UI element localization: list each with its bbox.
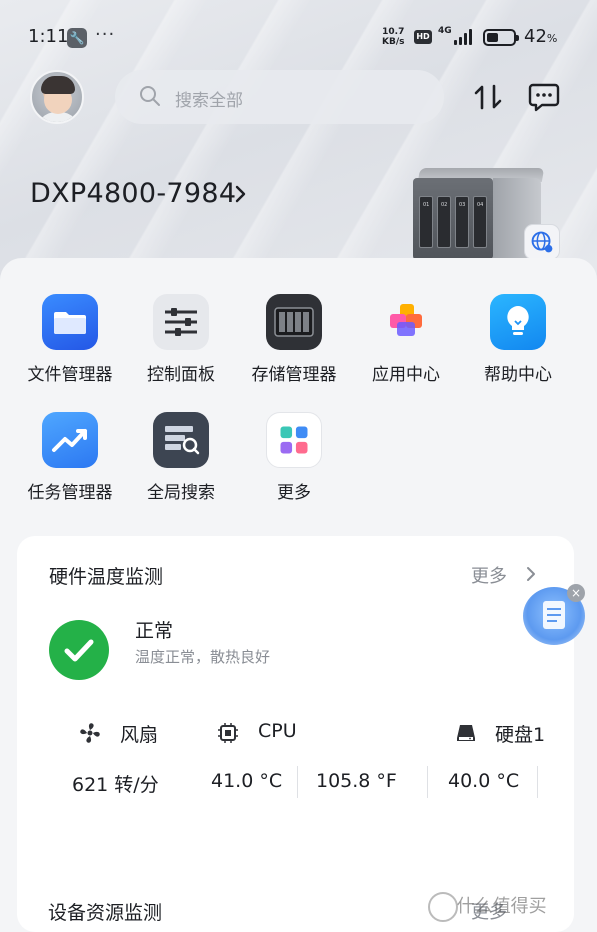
global-search-icon xyxy=(153,412,209,468)
net-speed: 10.7 KB/s xyxy=(382,27,404,47)
watermark-text: 什么值得买 xyxy=(456,896,547,917)
divider xyxy=(297,766,298,798)
remote-access-button[interactable] xyxy=(524,224,560,260)
device-name[interactable]: DXP4800-7984 xyxy=(30,178,236,209)
search-placeholder: 搜索全部 xyxy=(175,91,243,111)
app-global-search[interactable]: 全局搜索 xyxy=(125,376,237,503)
search-icon xyxy=(140,86,160,106)
app-label: 全局搜索 xyxy=(147,483,215,503)
cpu-temp-fahrenheit: 105.8 °F xyxy=(316,770,397,792)
storage-icon xyxy=(266,294,322,350)
app-label: 应用中心 xyxy=(372,365,440,385)
drive-bay: 03 xyxy=(455,196,469,248)
lightbulb-icon xyxy=(490,294,546,350)
divider xyxy=(427,766,428,798)
battery-percent-suffix: % xyxy=(546,32,558,45)
app-more[interactable]: 更多 xyxy=(238,376,350,503)
app-control-panel[interactable]: 控制面板 xyxy=(125,258,237,385)
status-title: 正常 xyxy=(135,620,174,642)
more-dots-icon: ··· xyxy=(95,24,116,45)
app-label: 任务管理器 xyxy=(27,483,113,503)
status-time: 1:11 xyxy=(28,26,69,47)
folder-icon xyxy=(42,294,98,350)
hd-icon: HD xyxy=(414,30,432,44)
battery-fill xyxy=(487,33,498,42)
signal-bars-icon xyxy=(450,29,474,45)
globe-icon xyxy=(531,231,553,253)
chip-icon xyxy=(218,723,238,743)
drive-bay: 01 xyxy=(419,196,433,248)
fan-speed-value: 621 转/分 xyxy=(72,774,159,796)
chevron-right-icon[interactable] xyxy=(233,182,249,206)
sliders-icon xyxy=(153,294,209,350)
net-speed-unit: KB/s xyxy=(382,37,405,47)
card-title: 硬件温度监测 xyxy=(49,566,164,588)
status-ok-icon xyxy=(49,620,109,680)
app-label: 帮助中心 xyxy=(484,365,552,385)
search-input[interactable]: 搜索全部 xyxy=(115,70,444,124)
message-icon[interactable] xyxy=(528,82,560,112)
sensor-name-fan: 风扇 xyxy=(120,724,159,746)
bay-label: 03 xyxy=(459,202,466,208)
bay-label: 01 xyxy=(423,202,430,208)
sensor-name-disk: 硬盘1 xyxy=(495,724,546,746)
net-speed-value: 10.7 xyxy=(382,27,405,37)
card-more-link[interactable]: 更多 xyxy=(471,562,507,588)
hardware-temperature-card: 硬件温度监测 更多 正常 温度正常，散热良好 风扇 CPU 硬盘1 621 转/… xyxy=(17,536,574,932)
app-label: 更多 xyxy=(277,483,311,503)
app-file-manager[interactable]: 文件管理器 xyxy=(14,258,126,385)
disk-temp-value: 40.0 °C xyxy=(448,770,520,792)
app-storage-manager[interactable]: 存储管理器 xyxy=(238,258,350,385)
grid-icon xyxy=(266,412,322,468)
app-app-center[interactable]: 应用中心 xyxy=(350,258,462,385)
avatar[interactable] xyxy=(30,70,84,124)
battery-percent-value: 42 xyxy=(524,26,547,47)
fan-icon xyxy=(80,723,100,743)
app-center-icon xyxy=(378,294,434,350)
status-description: 温度正常，散热良好 xyxy=(135,648,271,666)
watermark-logo-icon xyxy=(428,892,458,922)
chevron-right-icon[interactable] xyxy=(525,564,537,584)
bay-label: 04 xyxy=(477,202,484,208)
app-task-manager[interactable]: 任务管理器 xyxy=(14,376,126,503)
status-bar: 1:11 🔧 ··· 10.7 KB/s HD 4G 42% xyxy=(0,24,597,54)
sensor-name-cpu: CPU xyxy=(258,720,297,742)
divider xyxy=(537,766,538,798)
resource-section-title: 设备资源监测 xyxy=(48,902,163,924)
bay-label: 02 xyxy=(441,202,448,208)
drive-bay: 04 xyxy=(473,196,487,248)
battery-icon xyxy=(483,29,519,46)
trend-icon xyxy=(42,412,98,468)
wrench-icon: 🔧 xyxy=(67,28,87,48)
app-grid: 文件管理器 控制面板 存储管理器 应用中心 帮助中心 任务管理器 全局搜索 更多 xyxy=(0,258,597,538)
app-help-center[interactable]: 帮助中心 xyxy=(462,258,574,385)
cpu-temp-celsius: 41.0 °C xyxy=(211,770,283,792)
transfer-icon[interactable] xyxy=(473,82,503,112)
disk-icon xyxy=(457,725,475,741)
sensor-label-row: 风扇 CPU 硬盘1 xyxy=(17,716,574,750)
battery-percent: 42% xyxy=(524,26,557,47)
drive-bay: 02 xyxy=(437,196,451,248)
close-icon[interactable]: × xyxy=(567,584,585,602)
